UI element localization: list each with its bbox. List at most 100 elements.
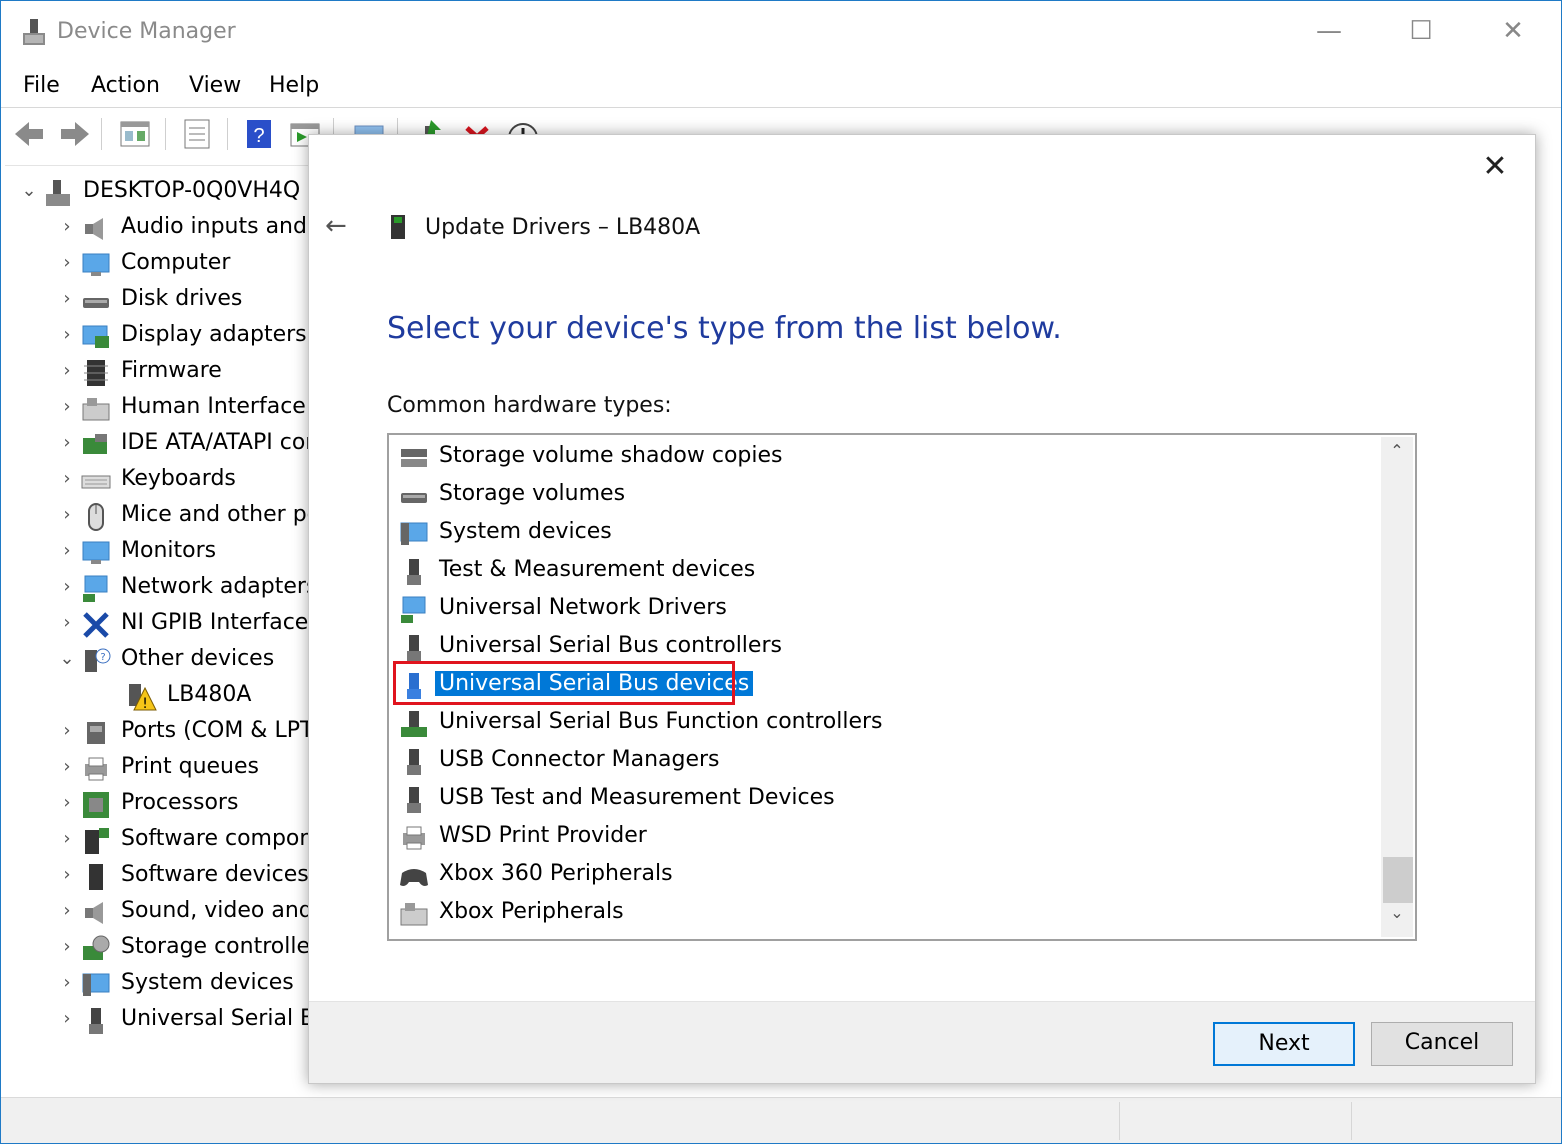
chevron-right-icon[interactable]: › [57,504,77,525]
system-device-icon [400,522,428,545]
tree-category-item[interactable]: › Monitors [57,536,323,572]
chevron-right-icon[interactable]: › [57,612,77,633]
dialog-close-button[interactable]: ✕ [1475,147,1515,187]
list-item[interactable]: System devices [399,515,1389,551]
tree-category-item[interactable]: › Mice and other pointing devices [57,500,325,536]
chevron-right-icon[interactable]: › [57,396,77,417]
scroll-up-icon[interactable]: ⌃ [1381,441,1413,471]
tree-category-item[interactable]: › Keyboards [57,464,323,500]
tree-category-item[interactable]: ⌄? Other devices [57,644,323,680]
tree-category-item[interactable]: › Firmware [57,356,323,392]
list-item[interactable]: Storage volumes [399,477,1389,513]
back-arrow-icon[interactable]: ← [325,211,357,243]
hardware-types-label: Common hardware types: [387,393,672,418]
usb-function-icon [401,711,427,737]
forward-arrow-icon[interactable] [57,116,93,152]
list-item[interactable]: Universal Serial Bus controllers [399,629,1389,665]
tree-category-item[interactable]: › Print queues [57,752,323,788]
tree-category-item[interactable]: › Disk drives [57,284,323,320]
tree-category-item[interactable]: › Sound, video and game controllers [57,896,325,932]
printer-icon [85,757,107,781]
window-title: Device Manager [57,19,236,44]
tree-root-label: DESKTOP-0Q0VH4Q [83,178,301,203]
tree-category-item[interactable]: › Processors [57,788,323,824]
tree-category-item[interactable]: › Ports (COM & LPT) [57,716,323,752]
tree-category-item[interactable]: › IDE ATA/ATAPI controllers [57,428,325,464]
tree-category-item[interactable]: › Computer [57,248,323,284]
next-button[interactable]: Next [1213,1022,1355,1066]
tree-category-item[interactable]: › NI GPIB Interfaces [57,608,323,644]
dialog-heading: Select your device's type from the list … [387,311,1062,346]
hardware-types-list[interactable]: Storage volume shadow copies Storage volu… [387,433,1417,941]
list-item[interactable]: WSD Print Provider [399,819,1389,855]
scroll-down-icon[interactable]: ⌄ [1381,903,1413,933]
chevron-right-icon[interactable]: › [57,216,77,237]
back-arrow-icon[interactable] [11,116,47,152]
title-bar: Device Manager — ☐ ✕ [1,1,1561,63]
chevron-right-icon[interactable]: › [57,360,77,381]
tree-category-item[interactable]: › Network adapters [57,572,323,608]
tree-category-item[interactable]: › Universal Serial Bus controllers [57,1004,325,1040]
menu-help[interactable]: Help [269,73,319,98]
chevron-right-icon[interactable]: › [57,576,77,597]
menu-action[interactable]: Action [91,73,160,98]
chevron-down-icon[interactable]: ⌄ [57,648,77,669]
close-button[interactable]: ✕ [1483,11,1543,51]
chevron-right-icon[interactable]: › [57,972,77,993]
tree-category-item[interactable]: › Software components [57,824,325,860]
tree-category-item[interactable]: › Human Interface Devices [57,392,325,428]
list-item-label: Universal Serial Bus Function controller… [439,709,883,734]
list-item-label: Universal Network Drivers [439,595,727,620]
list-item-label: USB Test and Measurement Devices [439,785,835,810]
chevron-right-icon[interactable]: › [57,540,77,561]
properties-icon[interactable] [179,116,215,152]
ni-gpib-icon [83,612,109,638]
tree-category-item[interactable]: › Storage controllers [57,932,325,968]
chevron-right-icon[interactable]: › [57,828,77,849]
chevron-right-icon[interactable]: › [57,324,77,345]
list-item[interactable]: Xbox 360 Peripherals [399,857,1389,893]
list-item[interactable]: Universal Network Drivers [399,591,1389,627]
chevron-right-icon[interactable]: › [57,432,77,453]
tree-category-item[interactable]: › Software devices [57,860,323,896]
list-item[interactable]: Universal Serial Bus Function controller… [399,705,1389,741]
tree-item-label: Other devices [121,646,275,671]
chevron-down-icon[interactable]: ⌄ [19,180,39,201]
chevron-right-icon[interactable]: › [57,756,77,777]
tree-category-item[interactable]: › Audio inputs and outputs [57,212,325,248]
chevron-right-icon[interactable]: › [57,936,77,957]
show-hide-console-tree-icon[interactable] [117,116,153,152]
scroll-thumb[interactable] [1383,857,1413,903]
usb-plug-icon [407,787,421,813]
menu-file[interactable]: File [23,73,60,98]
tree-category-item[interactable]: › System devices [57,968,323,1004]
chevron-right-icon[interactable]: › [57,792,77,813]
svg-text:?: ? [253,125,264,147]
chevron-right-icon[interactable]: › [57,252,77,273]
chevron-right-icon[interactable]: › [57,288,77,309]
tree-category-item[interactable]: › Display adapters [57,320,323,356]
chevron-right-icon[interactable]: › [57,1008,77,1029]
tree-child-item[interactable]: ! LB480A [97,680,323,716]
maximize-button[interactable]: ☐ [1391,11,1451,51]
hid-icon [400,903,428,926]
minimize-button[interactable]: — [1299,11,1359,51]
disk-drive-icon [83,298,109,308]
tree-item-label: Network adapters [121,574,318,599]
chevron-right-icon[interactable]: › [57,468,77,489]
menu-view[interactable]: View [189,73,241,98]
tree-root[interactable]: ⌄ DESKTOP-0Q0VH4Q [19,176,319,212]
cancel-button[interactable]: Cancel [1371,1022,1513,1066]
list-item[interactable]: Test & Measurement devices [399,553,1389,589]
usb-plug-icon [407,559,421,585]
help-icon[interactable]: ? [241,116,277,152]
list-item[interactable]: USB Connector Managers [399,743,1389,779]
list-item[interactable]: USB Test and Measurement Devices [399,781,1389,817]
chip-icon [84,360,108,386]
chevron-right-icon[interactable]: › [57,864,77,885]
chevron-right-icon[interactable]: › [57,900,77,921]
list-item[interactable]: Xbox Peripherals [399,895,1389,931]
list-scrollbar[interactable]: ⌃ ⌄ [1381,437,1413,937]
chevron-right-icon[interactable]: › [57,720,77,741]
list-item[interactable]: Storage volume shadow copies [399,439,1389,475]
